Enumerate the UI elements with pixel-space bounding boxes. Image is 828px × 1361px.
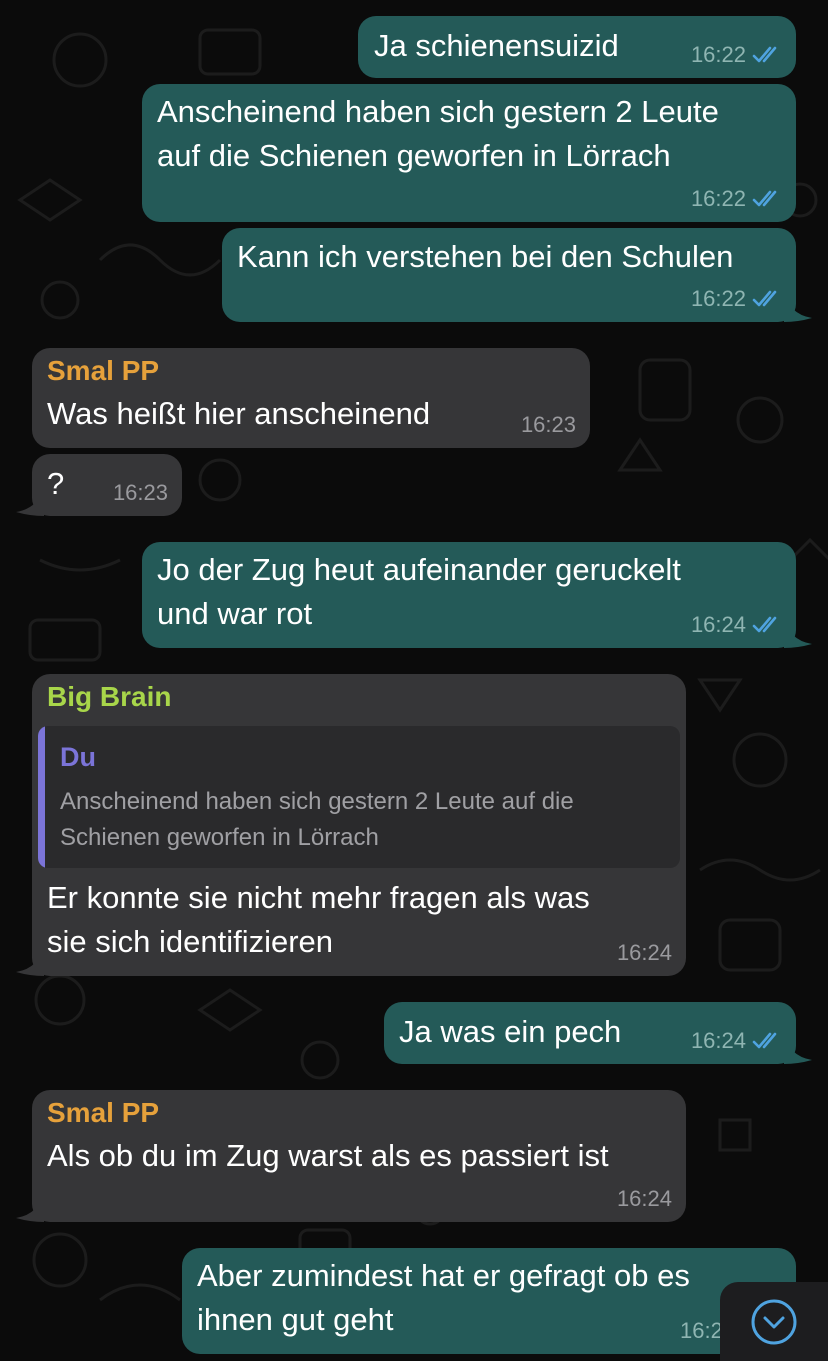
message-text: Was heißt hier anscheinend: [47, 396, 431, 431]
message-time: 16:22: [690, 286, 746, 311]
message-meta: 16:24: [617, 940, 672, 966]
message-meta: 16:22: [691, 42, 782, 68]
bubble-tail: [784, 290, 812, 322]
message-meta: 16:2: [680, 1318, 723, 1344]
message-meta: 16:24: [691, 1028, 782, 1054]
bubble-tail: [16, 484, 44, 516]
quote-text: Schienen geworfen in Lörrach: [60, 824, 379, 851]
message-time: 16:24: [616, 940, 672, 965]
message-bubble[interactable]: Big Brain Du Anscheinend haben sich gest…: [32, 674, 686, 976]
message-bubble[interactable]: Ja schienensuizid 16:22: [358, 16, 796, 78]
bubble-tail: [16, 1190, 44, 1222]
message-time: 16:24: [616, 1186, 672, 1211]
read-receipt-icon: [752, 290, 777, 307]
message-bubble[interactable]: Ja was ein pech 16:24: [384, 1002, 796, 1064]
bubble-tail: [16, 944, 44, 976]
message-text: Ja schienensuizid: [374, 28, 619, 63]
read-receipt-icon: [752, 46, 777, 63]
scroll-to-bottom-button[interactable]: [720, 1282, 828, 1361]
message-text: Kann ich verstehen bei den Schulen: [237, 239, 734, 274]
message-text: Anscheinend haben sich gestern 2 Leute: [157, 94, 719, 129]
message-meta: 16:22: [691, 186, 782, 212]
chevron-down-icon: [751, 1299, 797, 1344]
message-time: 16:24: [690, 1028, 746, 1053]
message-time: 16:22: [690, 186, 746, 211]
read-receipt-icon: [752, 616, 777, 633]
message-bubble[interactable]: Aber zumindest hat er gefragt ob es ihne…: [182, 1248, 796, 1354]
message-text: Als ob du im Zug warst als es passiert i…: [47, 1138, 609, 1173]
message-bubble[interactable]: ? 16:23: [32, 454, 182, 516]
message-text: auf die Schienen geworfen in Lörrach: [157, 138, 671, 173]
message-bubble[interactable]: Smal PP Was heißt hier anscheinend 16:23: [32, 348, 590, 448]
message-text: und war rot: [157, 596, 313, 631]
message-meta: 16:24: [617, 1186, 672, 1212]
read-receipt-icon: [752, 190, 777, 207]
bubble-tail: [784, 1032, 812, 1064]
message-meta: 16:23: [113, 480, 168, 506]
sender-name[interactable]: Smal PP: [47, 354, 159, 388]
message-bubble[interactable]: Smal PP Als ob du im Zug warst als es pa…: [32, 1090, 686, 1222]
message-time: 16:22: [690, 42, 746, 67]
message-bubble[interactable]: Kann ich verstehen bei den Schulen 16:22: [222, 228, 796, 322]
bubble-tail: [784, 616, 812, 648]
message-bubble[interactable]: Anscheinend haben sich gestern 2 Leute a…: [142, 84, 796, 222]
message-text: Er konnte sie nicht mehr fragen als was: [47, 880, 590, 915]
quote-author: Du: [60, 742, 96, 772]
quote-accent-bar: [38, 726, 45, 868]
message-text: Aber zumindest hat er gefragt ob es: [197, 1258, 690, 1293]
message-meta: 16:22: [691, 286, 782, 312]
message-time: 16:23: [112, 480, 168, 505]
sender-name[interactable]: Big Brain: [47, 680, 171, 714]
quoted-message[interactable]: Du Anscheinend haben sich gestern 2 Leut…: [38, 726, 680, 868]
quote-text: Anscheinend haben sich gestern 2 Leute a…: [60, 788, 574, 815]
message-time: 16:24: [690, 612, 746, 637]
message-text: ihnen gut geht: [197, 1302, 394, 1337]
message-text: ?: [47, 466, 65, 501]
message-meta: 16:24: [691, 612, 782, 638]
message-bubble[interactable]: Jo der Zug heut aufeinander geruckelt un…: [142, 542, 796, 648]
message-text: Ja was ein pech: [399, 1014, 622, 1049]
message-time: 16:2: [680, 1318, 723, 1343]
message-text: sie sich identifizieren: [47, 924, 334, 959]
message-time: 16:23: [520, 412, 576, 437]
sender-name[interactable]: Smal PP: [47, 1096, 159, 1130]
message-meta: 16:23: [521, 412, 576, 438]
message-text: Jo der Zug heut aufeinander geruckelt: [157, 552, 681, 587]
read-receipt-icon: [752, 1032, 777, 1049]
